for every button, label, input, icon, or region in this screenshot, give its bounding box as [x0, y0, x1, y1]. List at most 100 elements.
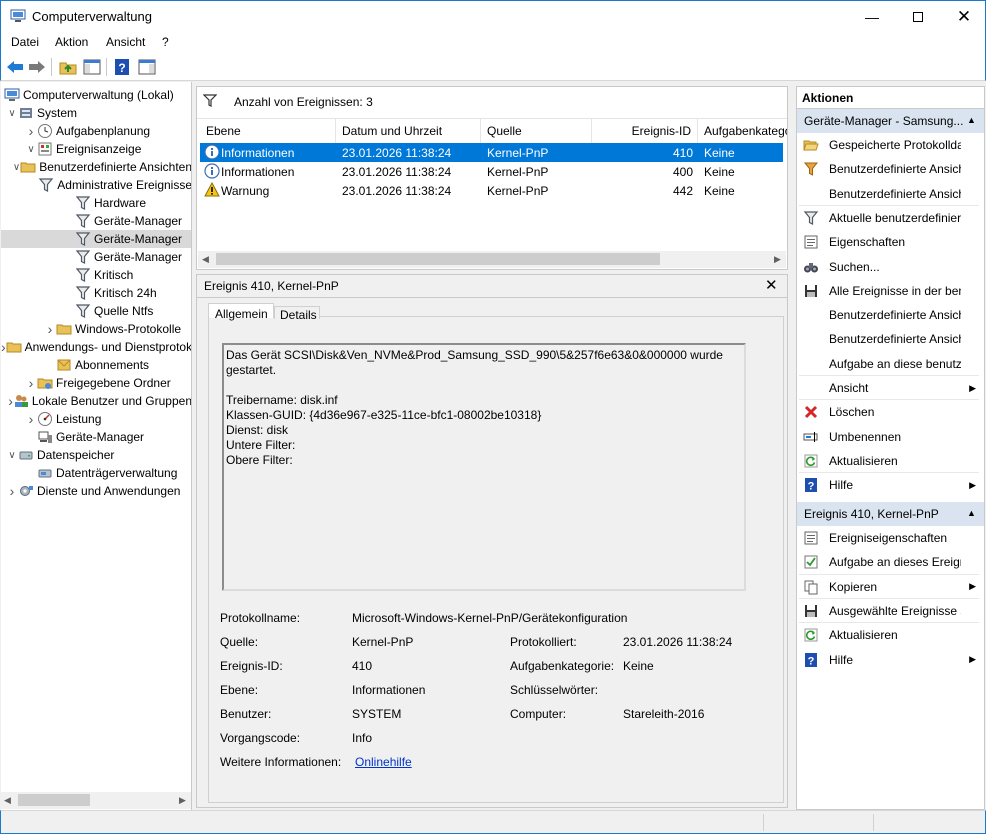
- tree-item[interactable]: Hardware: [1, 194, 191, 212]
- tree-item[interactable]: Geräte-Manager: [1, 230, 191, 248]
- svg-text:?: ?: [808, 481, 815, 493]
- tree-item[interactable]: Quelle Ntfs: [1, 302, 191, 320]
- column-header-task-category[interactable]: Aufgabenkategorie: [698, 119, 787, 143]
- back-button[interactable]: [5, 57, 25, 77]
- action-item[interactable]: ? Hilfe ▶: [797, 648, 984, 672]
- action-pane-icon: [138, 59, 156, 75]
- no-icon: [803, 380, 819, 396]
- tree-item[interactable]: › Windows-Protokolle: [1, 320, 191, 338]
- collapse-chevron-icon[interactable]: ∨: [25, 144, 37, 155]
- action-item[interactable]: Eigenschaften: [797, 230, 984, 254]
- tree-item[interactable]: › Lokale Benutzer und Gruppen: [1, 392, 191, 410]
- actions-section-event[interactable]: Ereignis 410, Kernel-PnP ▲: [797, 502, 984, 526]
- tree-item[interactable]: ∨ Ereignisanzeige: [1, 140, 191, 158]
- tree-item[interactable]: › Dienste und Anwendungen: [1, 482, 191, 500]
- event-count: Anzahl von Ereignissen: 3: [234, 95, 373, 109]
- tree-scroll-thumb[interactable]: [18, 794, 90, 806]
- title-bar[interactable]: Computerverwaltung — ✕: [0, 0, 986, 31]
- minimize-button[interactable]: —: [849, 1, 895, 32]
- action-item[interactable]: Ausgewählte Ereignisse speichern...: [797, 599, 984, 623]
- tree-item[interactable]: Abonnements: [1, 356, 191, 374]
- tree-item[interactable]: Geräte-Manager: [1, 248, 191, 266]
- tree-item[interactable]: Datenträgerverwaltung: [1, 464, 191, 482]
- close-button[interactable]: ✕: [941, 1, 986, 32]
- column-header-source[interactable]: Quelle: [481, 119, 592, 143]
- help-toolbar-button[interactable]: ?: [112, 57, 132, 77]
- action-item[interactable]: Aktualisieren: [797, 449, 984, 473]
- action-item[interactable]: Benutzerdefinierte Ansicht importieren..…: [797, 182, 984, 206]
- action-item[interactable]: Ansicht ▶: [797, 376, 984, 400]
- custom-view-actions: Gespeicherte Protokolldatei öffnen... Ben…: [797, 133, 984, 497]
- collapse-chevron-icon[interactable]: ∨: [13, 162, 20, 173]
- tree-item[interactable]: › Freigegebene Ordner: [1, 374, 191, 392]
- list-horizontal-scrollbar[interactable]: ◀ ▶: [198, 251, 786, 268]
- up-folder-button[interactable]: [58, 57, 78, 77]
- menu-ansicht[interactable]: Ansicht: [106, 35, 145, 49]
- tree-item[interactable]: ∨ Benutzerdefinierte Ansichten: [1, 158, 191, 176]
- actions-section-custom-view[interactable]: Geräte-Manager - Samsung... ▲: [797, 109, 984, 133]
- action-item[interactable]: Löschen: [797, 400, 984, 424]
- column-header-event-id[interactable]: Ereignis-ID: [592, 119, 698, 143]
- list-scroll-thumb[interactable]: [216, 253, 660, 265]
- action-item[interactable]: Aktualisieren: [797, 623, 984, 647]
- action-item[interactable]: Aufgabe an dieses Ereignis anfügen...: [797, 550, 984, 574]
- forward-button[interactable]: [27, 57, 47, 77]
- tree-item[interactable]: › Aufgabenplanung: [1, 122, 191, 140]
- expand-chevron-icon[interactable]: ›: [25, 123, 37, 139]
- show-hide-console-tree-button[interactable]: [82, 57, 102, 77]
- column-header-level[interactable]: Ebene: [200, 119, 336, 143]
- action-item[interactable]: Benutzerdefinierte Ansicht kopieren...: [797, 327, 984, 351]
- menu-help[interactable]: ?: [162, 35, 169, 49]
- event-message-line: Untere Filter:: [226, 438, 296, 452]
- expand-chevron-icon[interactable]: ›: [6, 483, 18, 499]
- event-row[interactable]: Informationen 23.01.2026 11:38:24 Kernel-P…: [200, 162, 783, 181]
- tree-item[interactable]: Kritisch: [1, 266, 191, 284]
- value-computer: Stareleith-2016: [623, 707, 705, 721]
- tree-item[interactable]: Kritisch 24h: [1, 284, 191, 302]
- tree-item[interactable]: › Leistung: [1, 410, 191, 428]
- tree-item[interactable]: ∨ Datenspeicher: [1, 446, 191, 464]
- action-item[interactable]: Umbenennen: [797, 425, 984, 449]
- console-tree[interactable]: Computerverwaltung (Lokal) ∨ System › Aufgab…: [1, 82, 192, 810]
- expand-chevron-icon[interactable]: ›: [25, 411, 37, 427]
- action-item[interactable]: Suchen...: [797, 255, 984, 279]
- action-item[interactable]: Alle Ereignisse in der benutzerdefiniert…: [797, 279, 984, 303]
- expand-chevron-icon[interactable]: ›: [25, 375, 37, 391]
- rename-icon: [803, 429, 819, 445]
- event-message-box[interactable]: Das Gerät SCSI\Disk&Ven_NVMe&Prod_Samsun…: [222, 343, 746, 591]
- action-item[interactable]: Gespeicherte Protokolldatei öffnen...: [797, 133, 984, 157]
- menu-aktion[interactable]: Aktion: [55, 35, 88, 49]
- onlinehilfe-link[interactable]: Onlinehilfe: [355, 755, 412, 769]
- label-vorgangscode: Vorgangscode:: [220, 731, 301, 745]
- tree-item[interactable]: ∨ System: [1, 104, 191, 122]
- event-actions: Ereigniseigenschaften Aufgabe an dieses E…: [797, 526, 984, 672]
- submenu-arrow-icon: ▶: [969, 581, 976, 592]
- action-item[interactable]: Kopieren ▶: [797, 575, 984, 599]
- tree-horizontal-scrollbar[interactable]: ◀ ▶: [1, 792, 191, 809]
- maximize-button[interactable]: [895, 1, 941, 32]
- action-item[interactable]: Benutzerdefinierte Ansicht exportieren..…: [797, 303, 984, 327]
- svg-text:?: ?: [118, 61, 125, 75]
- tree-item[interactable]: Geräte-Manager: [1, 212, 191, 230]
- action-item[interactable]: ? Hilfe ▶: [797, 473, 984, 497]
- action-item[interactable]: Benutzerdefinierte Ansicht erstellen...: [797, 157, 984, 181]
- action-item[interactable]: Ereigniseigenschaften: [797, 526, 984, 550]
- tree-item[interactable]: Geräte-Manager: [1, 428, 191, 446]
- close-detail-icon[interactable]: ✕: [765, 276, 778, 294]
- tree-item[interactable]: Computerverwaltung (Lokal): [1, 86, 191, 104]
- actions-header: Aktionen: [797, 87, 984, 109]
- tree-item[interactable]: ›Anwendungs- und Dienstprotokolle: [1, 338, 191, 356]
- action-item[interactable]: Aktuelle benutzerdefinierte Ansicht filt…: [797, 206, 984, 230]
- show-hide-action-pane-button[interactable]: [137, 57, 157, 77]
- column-header-date[interactable]: Datum und Uhrzeit: [336, 119, 481, 143]
- event-row[interactable]: Informationen 23.01.2026 11:38:24 Kernel-P…: [200, 143, 783, 162]
- collapse-chevron-icon[interactable]: ∨: [6, 450, 18, 461]
- expand-chevron-icon[interactable]: ›: [44, 321, 56, 337]
- tab-details[interactable]: Details: [274, 306, 320, 322]
- menu-datei[interactable]: Datei: [11, 35, 39, 49]
- event-row[interactable]: Warnung 23.01.2026 11:38:24 Kernel-PnP 442 K…: [200, 181, 783, 200]
- tree-item[interactable]: Administrative Ereignisse: [1, 176, 191, 194]
- action-item[interactable]: Aufgabe an diese benutzerdefinierte Ansi…: [797, 352, 984, 376]
- collapse-chevron-icon[interactable]: ∨: [6, 108, 18, 119]
- tab-allgemein[interactable]: Allgemein: [208, 303, 274, 321]
